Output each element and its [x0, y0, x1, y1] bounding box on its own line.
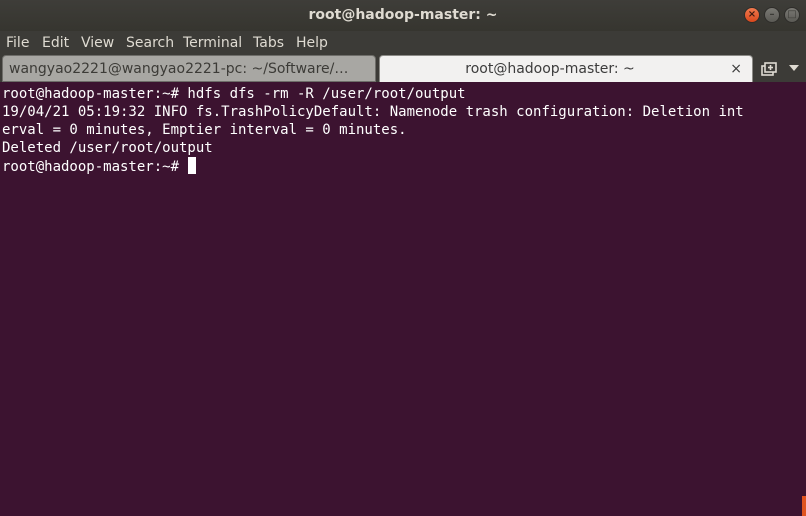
new-tab-icon[interactable] — [760, 60, 778, 78]
resize-corner[interactable] — [802, 496, 806, 516]
maximize-window-button[interactable]: □ — [784, 7, 800, 23]
prompt-text: root@hadoop-master:~# — [2, 159, 188, 175]
tab-label: root@hadoop-master: ~ — [465, 61, 635, 77]
terminal-line: root@hadoop-master:~# hdfs dfs -rm -R /u… — [2, 86, 466, 102]
terminal-prompt-line: root@hadoop-master:~# — [2, 157, 197, 175]
menu-search[interactable]: Search — [126, 31, 174, 55]
menu-terminal[interactable]: Terminal — [183, 31, 242, 55]
tab-wangyao2221[interactable]: wangyao2221@wangyao2221-pc: ~/Software/h… — [2, 55, 376, 82]
terminal-line: Deleted /user/root/output — [2, 140, 213, 156]
close-tab-icon[interactable]: × — [730, 56, 742, 82]
menu-help[interactable]: Help — [296, 31, 328, 55]
window-title: root@hadoop-master: ~ — [308, 7, 498, 23]
close-window-button[interactable]: × — [744, 7, 760, 23]
tab-bar: wangyao2221@wangyao2221-pc: ~/Software/h… — [0, 55, 806, 82]
menu-file[interactable]: File — [6, 31, 29, 55]
tab-root-hadoop-master[interactable]: root@hadoop-master: ~ × — [379, 55, 753, 82]
menu-tabs[interactable]: Tabs — [253, 31, 284, 55]
menu-bar: File Edit View Search Terminal Tabs Help — [0, 31, 806, 55]
terminal-line: erval = 0 minutes, Emptier interval = 0 … — [2, 122, 407, 138]
text-cursor — [188, 157, 197, 174]
tab-label: wangyao2221@wangyao2221-pc: ~/Software/h… — [9, 61, 349, 77]
terminal-output[interactable]: root@hadoop-master:~# hdfs dfs -rm -R /u… — [0, 82, 806, 516]
minimize-window-button[interactable]: – — [764, 7, 780, 23]
menu-view[interactable]: View — [81, 31, 114, 55]
terminal-line: 19/04/21 05:19:32 INFO fs.TrashPolicyDef… — [2, 104, 744, 120]
menu-edit[interactable]: Edit — [42, 31, 69, 55]
chevron-down-icon[interactable] — [788, 62, 800, 74]
terminal-window: root@hadoop-master: ~ × – □ File Edit Vi… — [0, 0, 806, 516]
title-bar[interactable]: root@hadoop-master: ~ × – □ — [0, 0, 806, 31]
